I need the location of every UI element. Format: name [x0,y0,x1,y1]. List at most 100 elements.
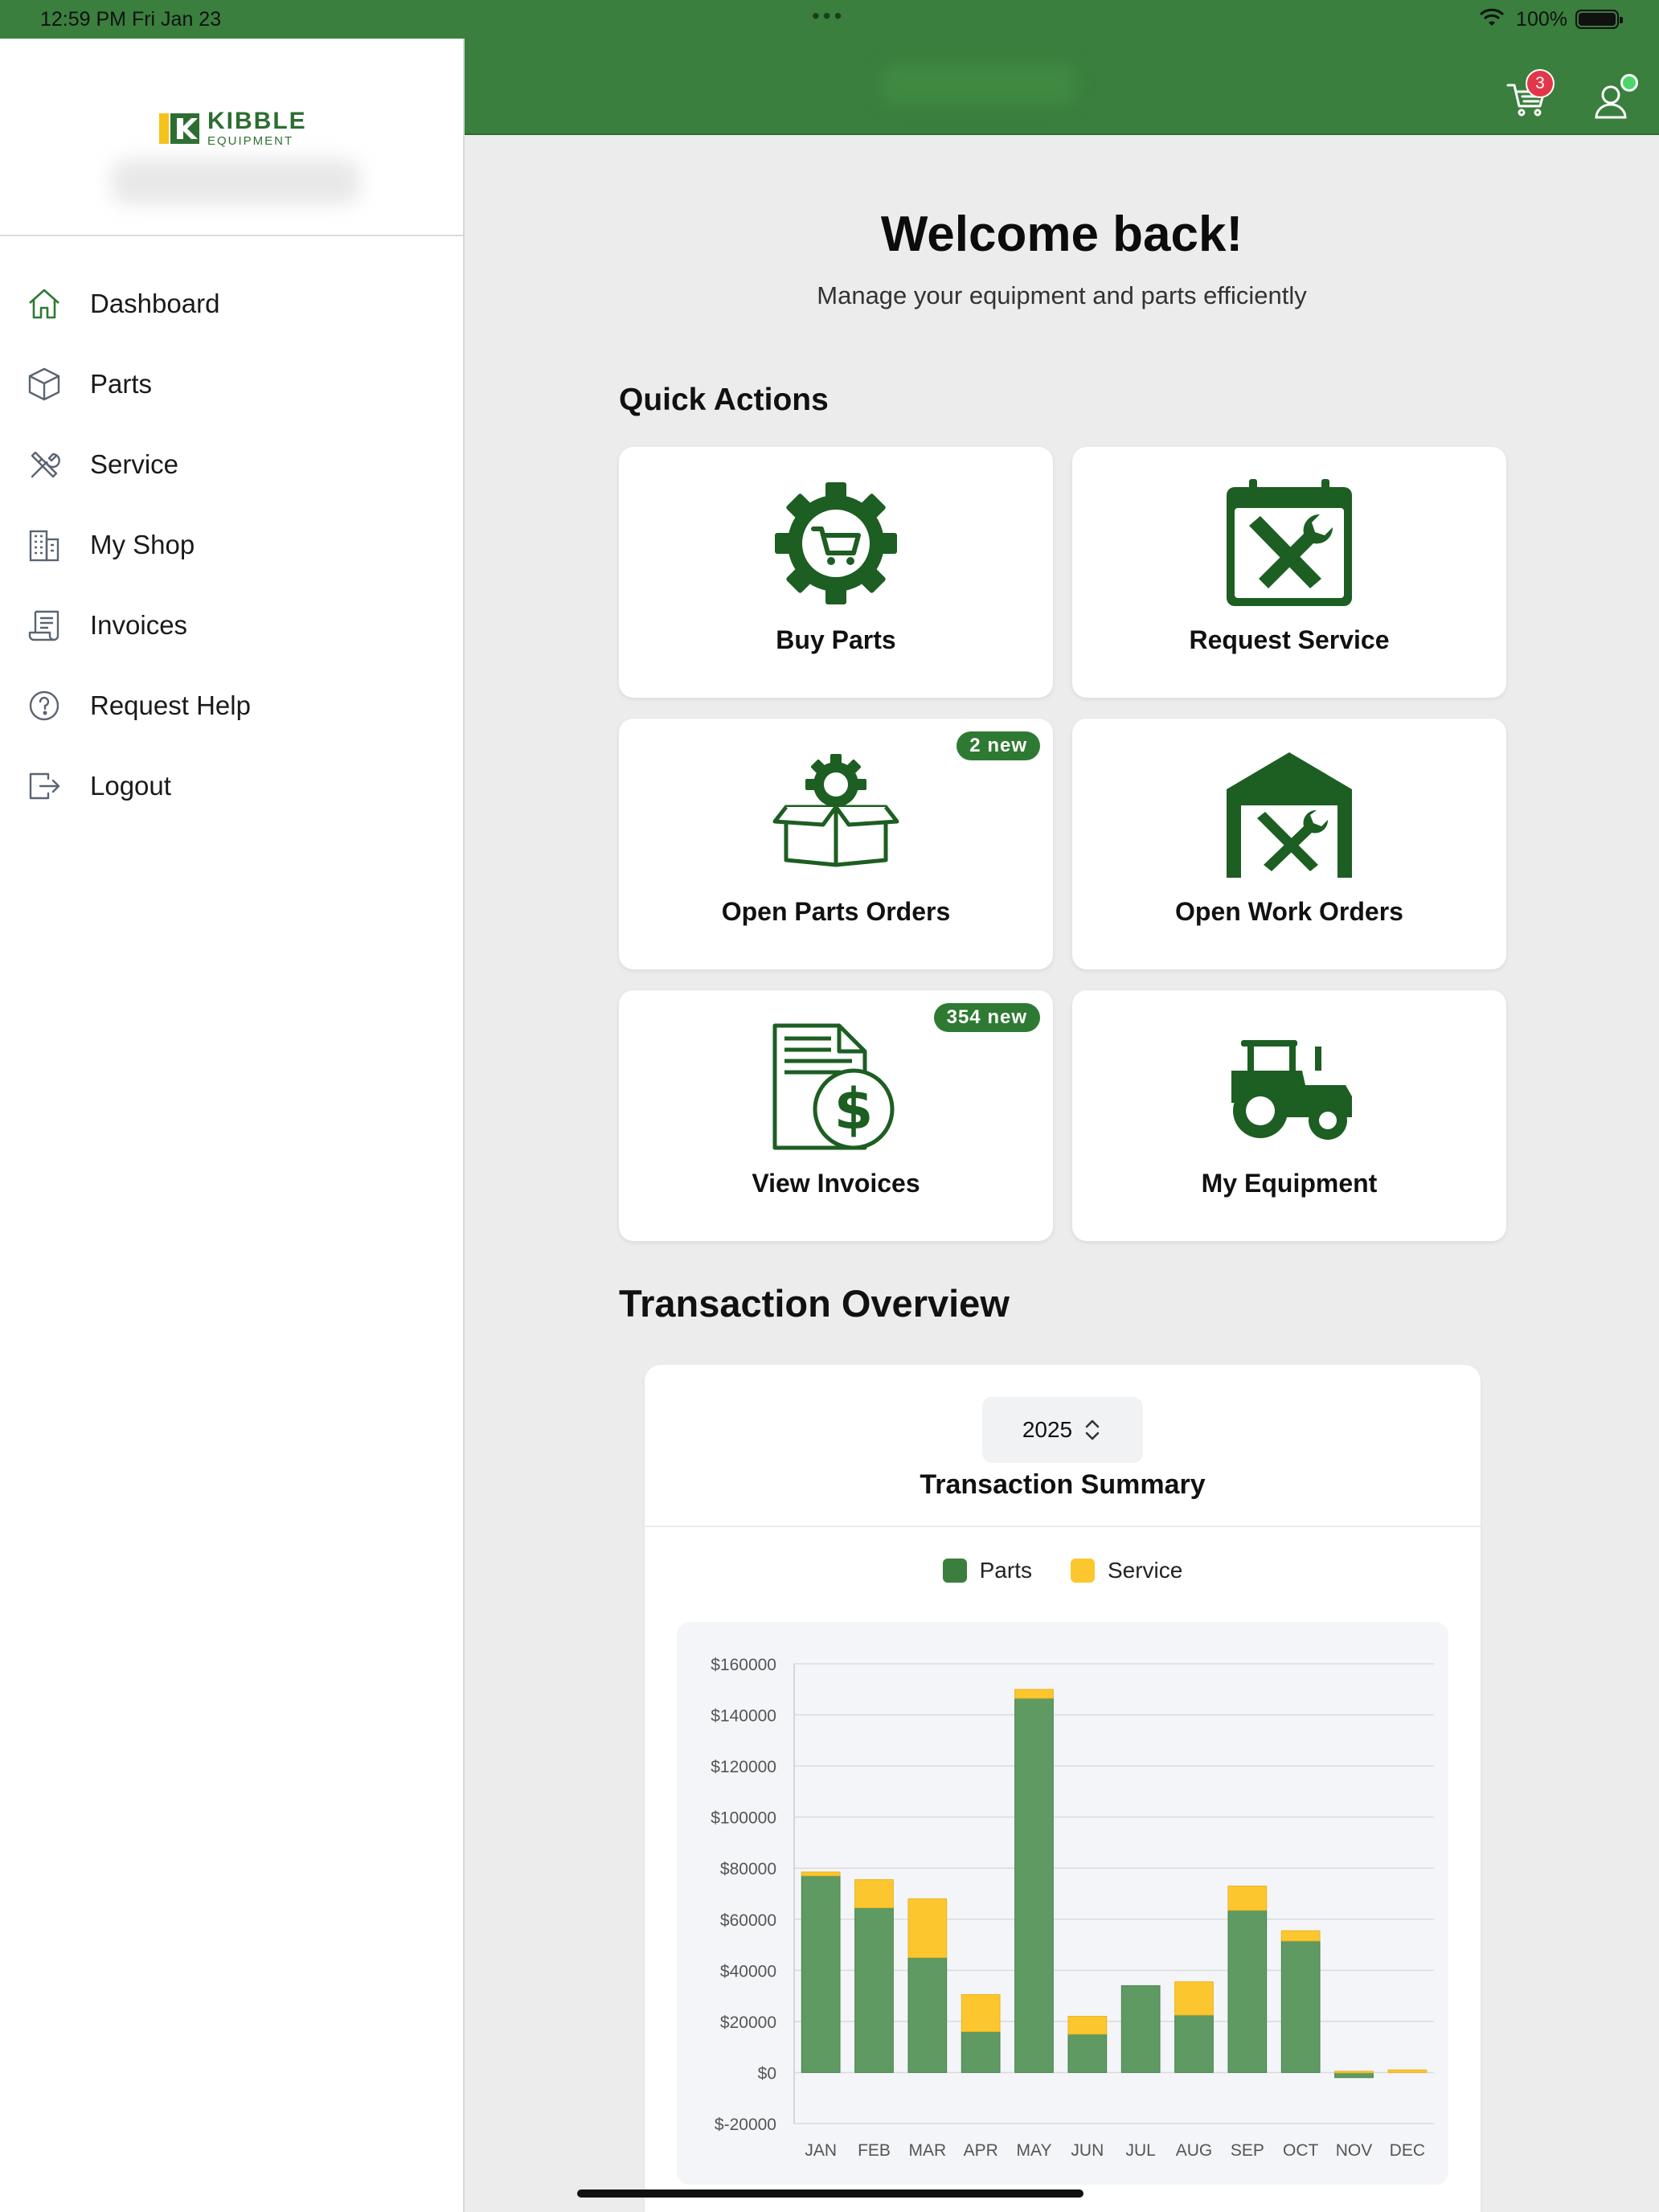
my-equipment-card[interactable]: My Equipment [1072,990,1506,1241]
sidebar-item-label: Invoices [90,610,188,640]
top-header: 3 [465,39,1659,135]
status-bar: 12:59 PM Fri Jan 23 ••• 100% [0,0,1659,39]
battery-percent: 100% [1516,8,1567,31]
status-time: 12:59 PM Fri Jan 23 [40,8,222,31]
sidebar-item-invoices[interactable]: Invoices [0,585,465,666]
sidebar-logo-area: KIBBLE EQUIPMENT [0,39,463,236]
bar-service [1174,1981,1214,2016]
sidebar-item-parts[interactable]: Parts [0,344,465,424]
y-tick-label: $60000 [720,1911,776,1930]
x-tick-label: APR [964,2141,998,2160]
wifi-icon [1479,8,1505,26]
card-label: Open Parts Orders [721,897,951,926]
gear-cart-icon [775,482,897,604]
sidebar-item-label: Dashboard [90,289,220,318]
garage-tools-icon [1227,752,1352,878]
legend-service[interactable]: Service [1070,1558,1183,1583]
x-tick-label: FEB [858,2141,891,2160]
sidebar-item-label: My Shop [90,530,195,559]
y-tick-label: $120000 [711,1758,776,1776]
request-service-card[interactable]: Request Service [1072,447,1506,698]
sidebar-item-label: Service [90,449,179,479]
buy-parts-card[interactable]: Buy Parts [619,447,1053,698]
multitask-dots[interactable]: ••• [812,3,845,29]
gear-box-icon [772,754,899,867]
bar-parts [801,1875,841,2073]
bar-parts [1120,1985,1161,2073]
welcome-subtitle: Manage your equipment and parts efficien… [817,281,1307,309]
brand-name: KIBBLE [207,108,307,134]
brand-sub: EQUIPMENT [207,134,294,148]
welcome-title: Welcome back! [880,207,1243,262]
new-count-badge: 354 new [933,1003,1040,1032]
card-label: Buy Parts [776,625,896,654]
chart-plot-area: $160000 $140000 $120000 $100000 $80000 $60000… [677,1622,1448,2185]
open-parts-orders-card[interactable]: 2 new Open Parts Orders [619,719,1053,969]
receipt-icon [28,610,59,641]
online-status-dot [1620,74,1638,92]
help-circle-icon [29,690,59,721]
invoice-dollar-icon: $ [772,1023,895,1150]
x-tick-label: DEC [1390,2141,1425,2160]
calendar-tools-icon [1227,479,1352,606]
bar-service [961,1994,1001,2033]
quick-actions-title: Quick Actions [619,383,829,417]
bar-parts [1067,2034,1108,2073]
chart-divider [645,1526,1481,1527]
logout-icon [29,772,60,800]
transaction-summary-card: 2025 Transaction Summary Parts Service $… [645,1365,1481,2212]
sidebar-item-request-help[interactable]: Request Help [0,666,465,746]
legend-swatch-service [1070,1559,1095,1583]
sidebar-item-logout[interactable]: Logout [0,746,465,826]
cart-count-badge: 3 [1526,69,1555,98]
card-label: Open Work Orders [1175,897,1403,926]
year-select[interactable]: 2025 [982,1397,1143,1463]
bar-service [801,1871,841,1877]
bar-parts [1014,1698,1054,2073]
x-tick-label: MAR [908,2141,946,2160]
x-tick-label: JUL [1125,2141,1155,2160]
y-tick-label: $20000 [720,2013,776,2032]
box-icon [28,367,60,401]
x-tick-label: MAY [1017,2141,1052,2160]
legend-parts[interactable]: Parts [942,1558,1032,1583]
y-tick-label: $40000 [720,1962,776,1981]
sidebar-nav: Dashboard Parts Service My Shop Invoices… [0,264,465,826]
x-tick-label: JAN [805,2141,837,2160]
bar-parts [1334,2071,1374,2079]
bar-service [1334,2071,1374,2074]
sidebar-item-label: Parts [90,369,153,399]
sidebar: KIBBLE EQUIPMENT Dashboard Parts Service [0,39,465,2212]
year-select-value: 2025 [1022,1417,1073,1442]
bar-parts [907,1956,948,2073]
bar-parts [1227,1910,1268,2073]
bar-service [1067,2016,1108,2035]
legend-label: Parts [979,1558,1032,1583]
card-label: Request Service [1189,625,1390,654]
sidebar-item-label: Logout [90,771,171,801]
sidebar-item-service[interactable]: Service [0,424,465,505]
view-invoices-card[interactable]: 354 new $ View Invoices [619,990,1053,1241]
x-tick-label: NOV [1336,2141,1373,2160]
card-label: My Equipment [1201,1169,1378,1198]
bar-chart: $160000 $140000 $120000 $100000 $80000 $60000… [711,1656,1434,2160]
kibble-logo[interactable]: KIBBLE EQUIPMENT [158,109,307,147]
bar-service [1387,2069,1428,2073]
bar-parts [1280,1940,1321,2073]
sidebar-item-my-shop[interactable]: My Shop [0,505,465,585]
building-icon [29,530,59,562]
x-tick-label: AUG [1176,2141,1213,2160]
home-indicator[interactable] [577,2189,1083,2198]
sidebar-item-dashboard[interactable]: Dashboard [0,264,465,344]
x-tick-label: JUN [1071,2141,1104,2160]
bar-parts [854,1907,894,2073]
bar-service [1227,1885,1268,1911]
battery-icon [1575,10,1623,29]
legend-label: Service [1107,1558,1183,1583]
tools-icon [31,451,60,478]
y-tick-label: $160000 [711,1656,776,1674]
y-tick-label: $80000 [720,1860,776,1878]
x-tick-label: SEP [1231,2141,1264,2160]
open-work-orders-card[interactable]: Open Work Orders [1072,719,1506,969]
svg-text:$: $ [834,1076,874,1142]
